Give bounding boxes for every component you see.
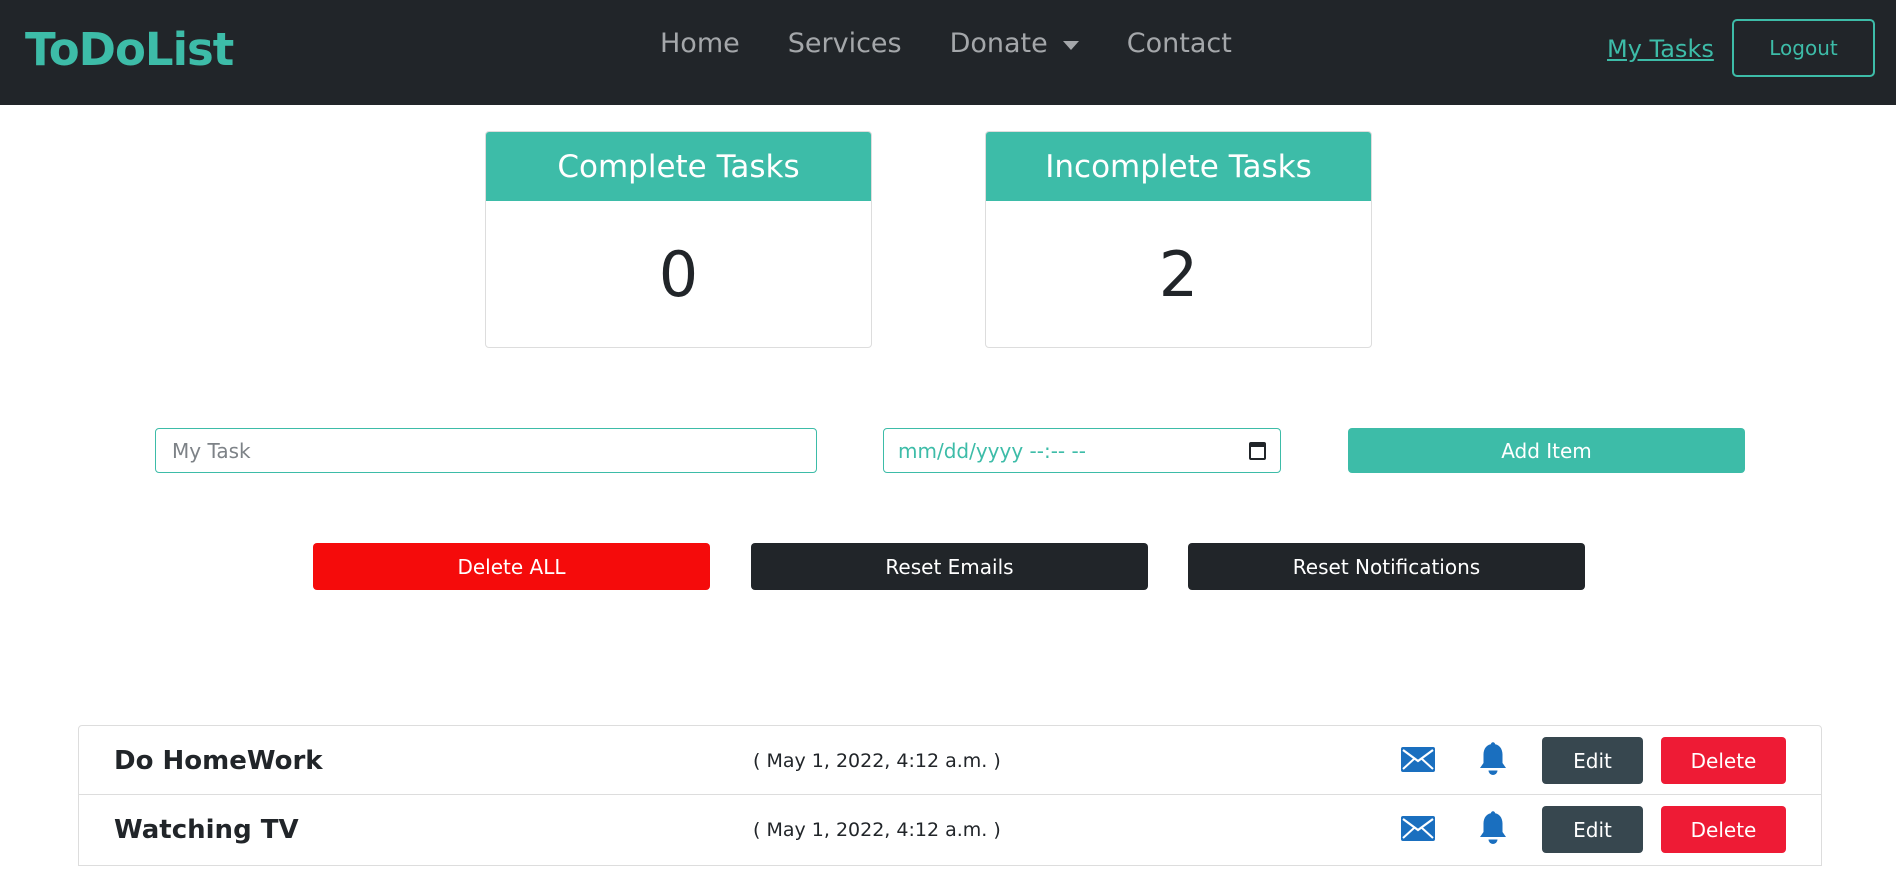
edit-button[interactable]: Edit	[1542, 806, 1643, 853]
brand-logo[interactable]: ToDoList	[25, 18, 234, 82]
datetime-placeholder: mm/dd/yyyy --:-- --	[898, 438, 1086, 463]
bell-icon[interactable]	[1478, 742, 1508, 777]
task-list: Do HomeWork ( May 1, 2022, 4:12 a.m. ) E…	[78, 725, 1822, 866]
calendar-icon[interactable]	[1249, 441, 1266, 460]
task-name: Watching TV	[114, 815, 299, 845]
task-name: Do HomeWork	[114, 746, 323, 776]
nav-donate-label: Donate	[949, 28, 1048, 59]
delete-all-button[interactable]: Delete ALL	[313, 543, 710, 590]
incomplete-tasks-card: Incomplete Tasks 2	[985, 131, 1372, 348]
nav-links: Home Services Donate Contact	[660, 24, 1280, 64]
task-date: ( May 1, 2022, 4:12 a.m. )	[753, 819, 1001, 841]
add-item-button[interactable]: Add Item	[1348, 428, 1745, 473]
nav-services-link[interactable]: Services	[788, 24, 902, 64]
envelope-icon[interactable]	[1401, 816, 1435, 841]
task-row: Watching TV ( May 1, 2022, 4:12 a.m. ) E…	[78, 795, 1822, 866]
datetime-input[interactable]: mm/dd/yyyy --:-- --	[883, 428, 1281, 473]
nav-donate-dropdown[interactable]: Donate	[950, 24, 1079, 64]
envelope-icon[interactable]	[1401, 747, 1435, 772]
my-tasks-link[interactable]: My Tasks	[1607, 32, 1714, 66]
bell-icon[interactable]	[1478, 811, 1508, 846]
complete-tasks-title: Complete Tasks	[486, 132, 871, 201]
task-input[interactable]: My Task	[155, 428, 817, 473]
caret-down-icon	[1062, 40, 1079, 50]
reset-notifications-button[interactable]: Reset Notifications	[1188, 543, 1585, 590]
logout-button[interactable]: Logout	[1732, 19, 1875, 77]
nav-contact-link[interactable]: Contact	[1127, 24, 1232, 64]
task-row: Do HomeWork ( May 1, 2022, 4:12 a.m. ) E…	[78, 725, 1822, 795]
nav-home-link[interactable]: Home	[660, 24, 740, 64]
incomplete-tasks-count: 2	[1158, 237, 1199, 311]
incomplete-tasks-title: Incomplete Tasks	[986, 132, 1371, 201]
delete-button[interactable]: Delete	[1661, 737, 1786, 784]
complete-tasks-card: Complete Tasks 0	[485, 131, 872, 348]
complete-tasks-count: 0	[658, 237, 699, 311]
delete-button[interactable]: Delete	[1661, 806, 1786, 853]
navbar: ToDoList Home Services Donate Contact My…	[0, 0, 1896, 105]
edit-button[interactable]: Edit	[1542, 737, 1643, 784]
task-date: ( May 1, 2022, 4:12 a.m. )	[753, 750, 1001, 772]
reset-emails-button[interactable]: Reset Emails	[751, 543, 1148, 590]
